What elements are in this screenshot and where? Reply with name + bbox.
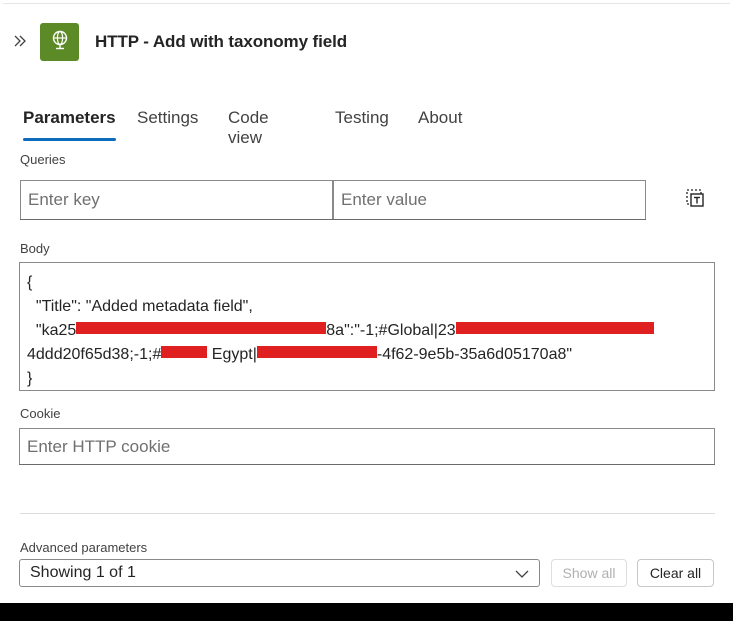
dropdown-selected-value: Showing 1 of 1 xyxy=(30,564,136,581)
bottom-edge-bar xyxy=(0,603,733,621)
advanced-parameters-label: Advanced parameters xyxy=(20,540,148,555)
cookie-placeholder: Enter HTTP cookie xyxy=(27,436,171,456)
cookie-input[interactable]: Enter HTTP cookie xyxy=(19,428,715,465)
action-details-panel: HTTP - Add with taxonomy field Parameter… xyxy=(0,0,733,603)
tab-about[interactable]: About xyxy=(418,106,462,144)
text-mode-icon xyxy=(684,187,706,214)
cookie-label: Cookie xyxy=(20,406,61,421)
chevron-down-icon xyxy=(515,567,529,586)
clear-all-button[interactable]: Clear all xyxy=(637,559,714,587)
http-action-icon xyxy=(40,23,79,61)
query-value-placeholder: Enter value xyxy=(341,190,427,209)
body-line: 4ddd20f65d38;-1;# Egypt| -4f62-9e5b-35a6d… xyxy=(27,346,573,363)
body-label: Body xyxy=(20,241,50,256)
redaction-mark xyxy=(455,322,654,334)
tab-settings[interactable]: Settings xyxy=(137,106,198,144)
tab-parameters[interactable]: Parameters xyxy=(23,106,116,144)
query-value-input[interactable]: Enter value xyxy=(333,180,646,220)
redaction-mark xyxy=(76,322,327,334)
switch-to-text-mode-button[interactable] xyxy=(683,188,707,212)
section-divider xyxy=(20,513,715,514)
redaction-mark xyxy=(161,346,208,358)
action-title[interactable]: HTTP - Add with taxonomy field xyxy=(95,32,347,52)
double-chevron-right-icon xyxy=(13,34,27,53)
show-all-button[interactable]: Show all xyxy=(551,559,627,587)
body-line: } xyxy=(27,370,33,387)
body-editor[interactable]: { "Title": "Added metadata field", "ka25… xyxy=(19,262,715,391)
redaction-mark xyxy=(256,346,377,358)
body-line: "ka25 8a":"-1;#Global|23 xyxy=(27,319,707,343)
queries-label: Queries xyxy=(20,152,66,167)
query-key-input[interactable]: Enter key xyxy=(20,180,333,220)
tab-testing[interactable]: Testing xyxy=(335,106,389,144)
body-line: "Title": "Added metadata field", xyxy=(27,298,253,315)
globe-icon xyxy=(51,30,69,55)
tab-code-view[interactable]: Code view xyxy=(228,106,269,147)
body-line: { xyxy=(27,274,33,291)
advanced-parameters-dropdown[interactable]: Showing 1 of 1 xyxy=(19,559,540,587)
query-key-placeholder: Enter key xyxy=(28,190,100,209)
collapse-panel-button[interactable] xyxy=(10,32,30,54)
